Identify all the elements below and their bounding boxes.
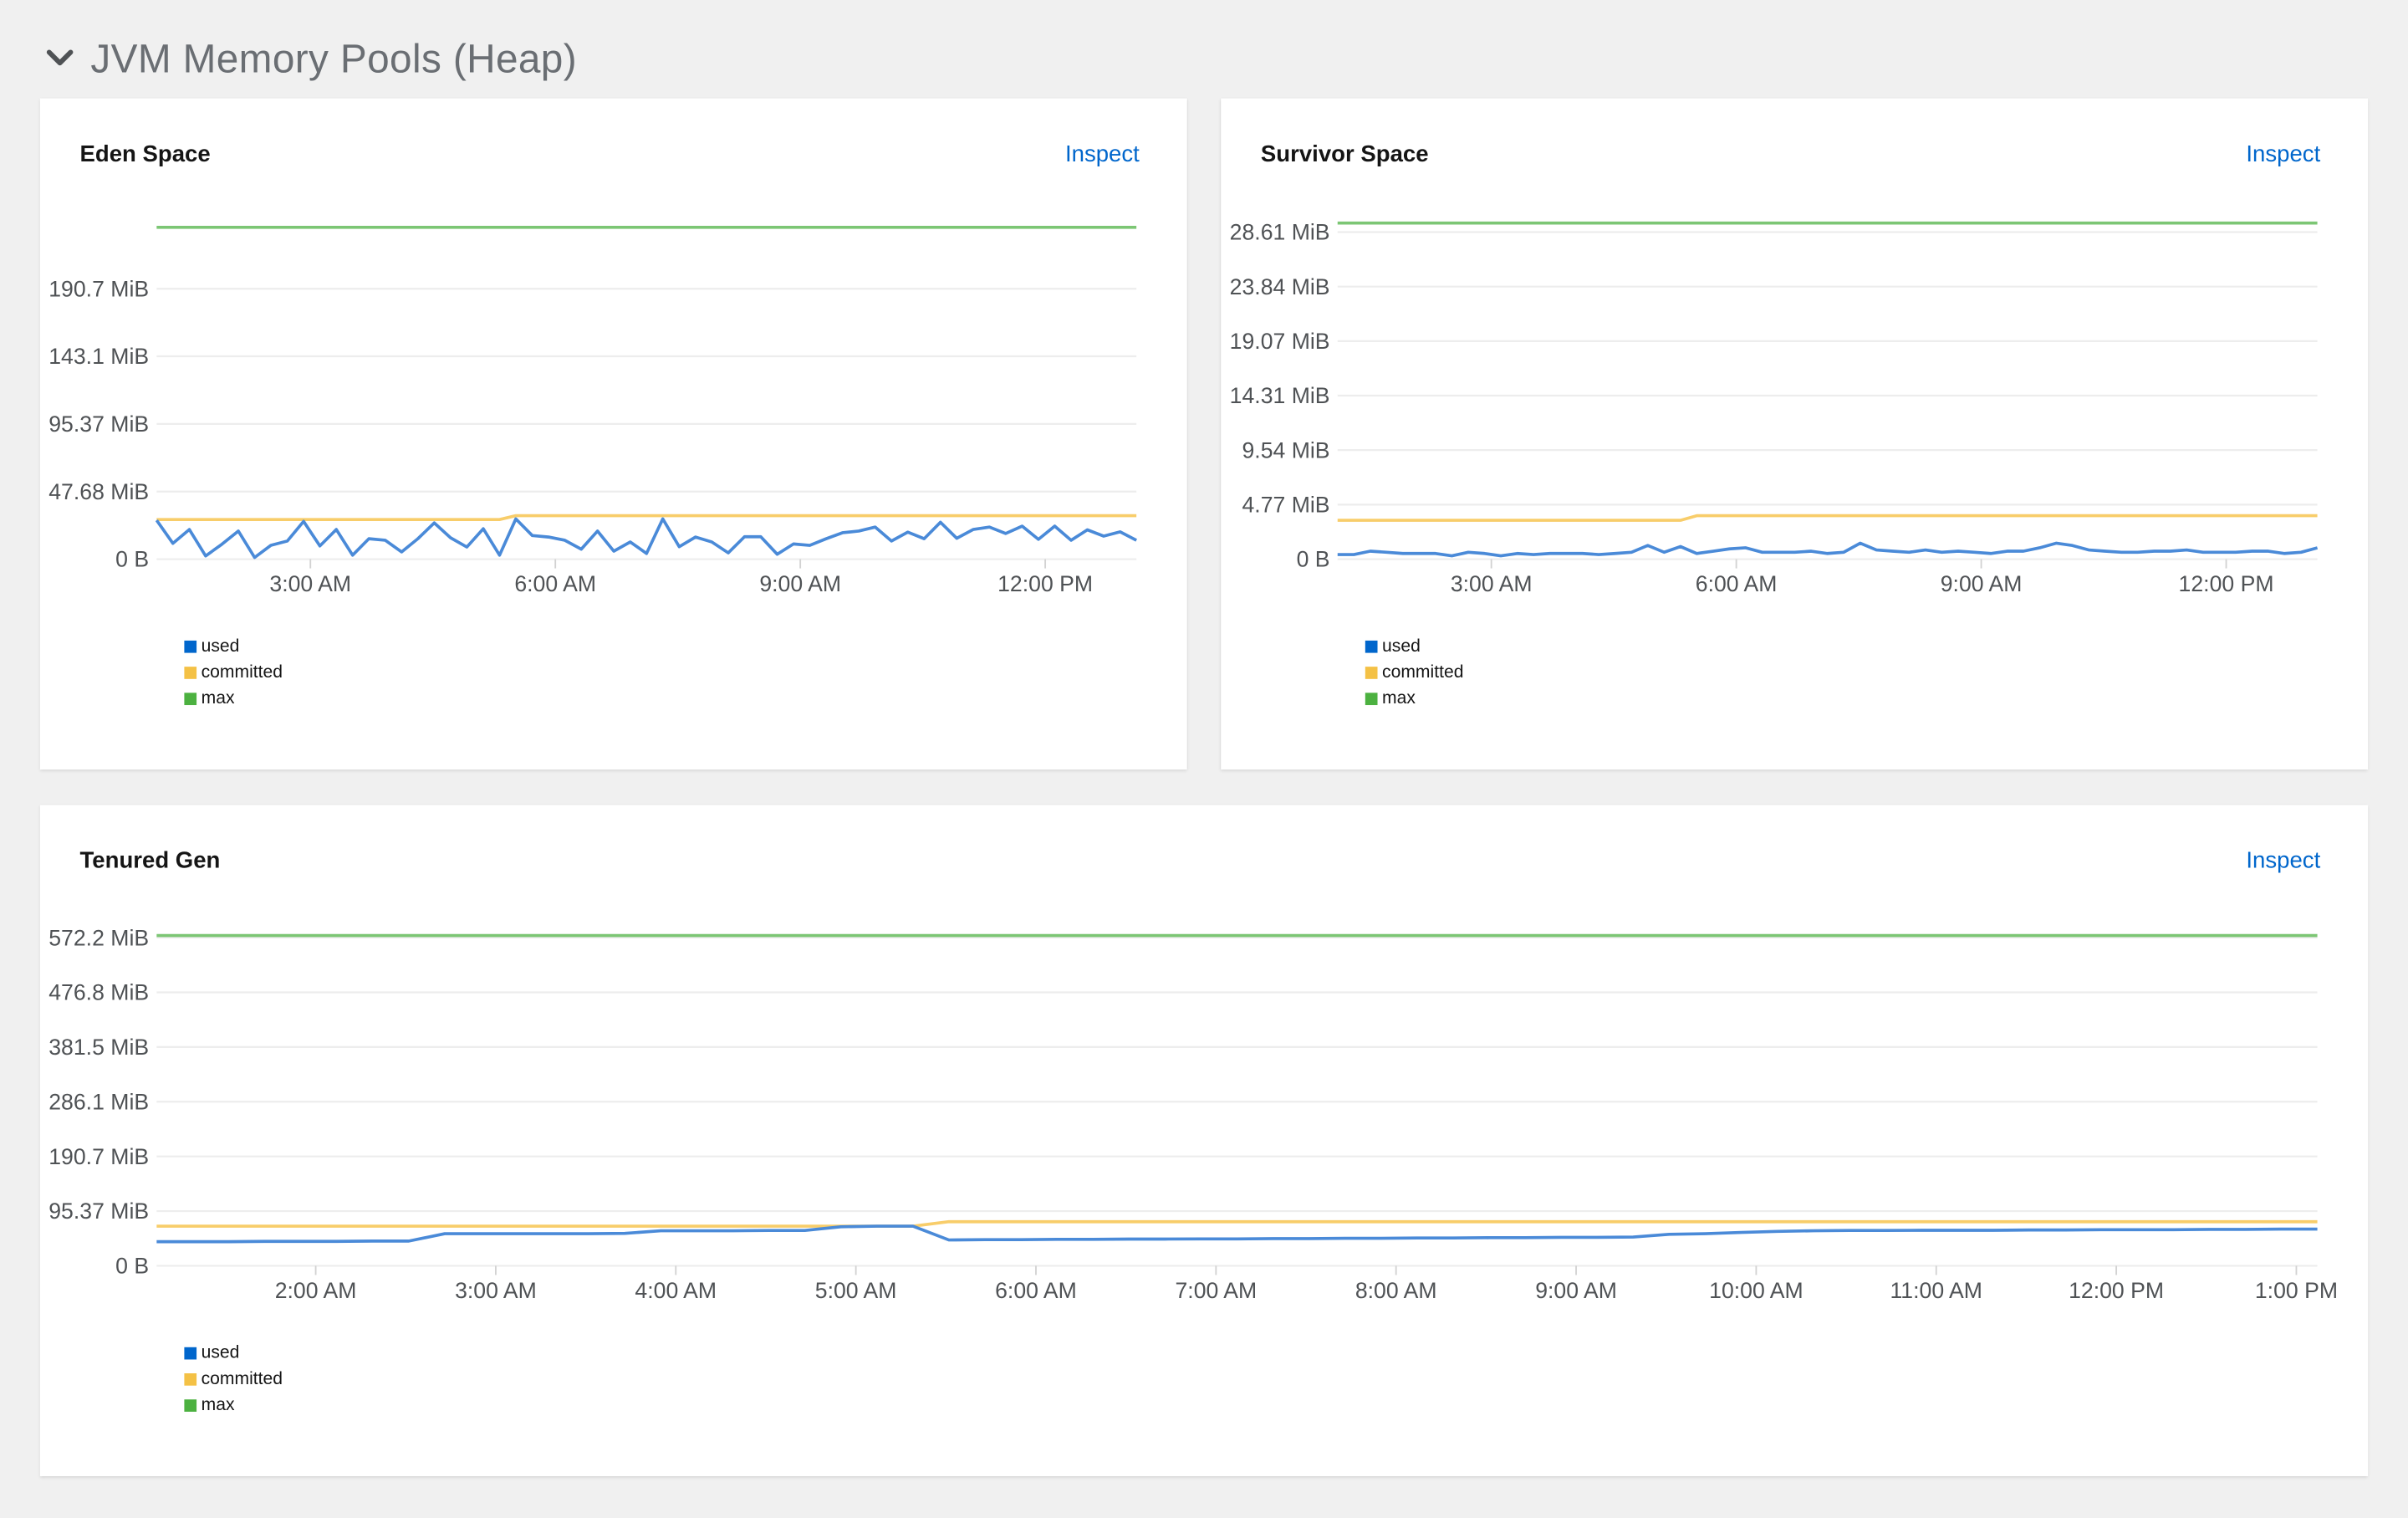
y-tick-label: 47.68 MiB (48, 479, 149, 504)
section-title: JVM Memory Pools (Heap) (90, 34, 578, 81)
legend-label: used (201, 1343, 240, 1362)
x-tick-label: 6:00 AM (1696, 571, 1778, 596)
legend-item-committed: committed (184, 1366, 283, 1392)
legend-item-committed: committed (1365, 659, 1464, 685)
x-tick-label: 9:00 AM (1941, 571, 2023, 596)
x-tick-label: 3:00 AM (1451, 571, 1533, 596)
series-committed-line (156, 514, 1137, 522)
x-tick-label: 9:00 AM (1535, 1278, 1617, 1303)
legend-swatch (184, 692, 197, 705)
y-tick-label: 0 B (115, 1254, 149, 1279)
legend-item-committed: committed (184, 659, 283, 685)
legend-swatch (184, 666, 197, 678)
series-committed-line (1337, 514, 2318, 522)
legend-label: max (201, 688, 235, 708)
legend-swatch (184, 1346, 197, 1359)
survivor-space-card: Survivor Space Inspect 0 B 4.77 MiB 9.54 M… (1221, 98, 2369, 770)
x-tick-label: 3:00 AM (269, 571, 351, 596)
y-tick-label: 19.07 MiB (1230, 329, 1330, 354)
y-tick-label: 14.31 MiB (1230, 383, 1330, 408)
y-tick-label: 28.61 MiB (1230, 220, 1330, 245)
x-tick-label: 2:00 AM (275, 1278, 357, 1303)
x-tick-label: 5:00 AM (815, 1278, 897, 1303)
x-tick-label: 4:00 AM (635, 1278, 717, 1303)
legend-swatch (1365, 692, 1378, 705)
legend-label: committed (201, 1369, 283, 1388)
legend-label: committed (1382, 662, 1464, 682)
y-tick-label: 572.2 MiB (48, 925, 149, 950)
legend-label: used (1382, 636, 1421, 656)
tenured-gen-chart: 0 B 95.37 MiB 190.7 MiB 286.1 MiB 381.5 MiB 4… (48, 925, 2338, 1303)
x-tick-label: 12:00 PM (997, 571, 1093, 596)
legend-item-used: used (1365, 633, 1464, 659)
y-tick-label: 4.77 MiB (1242, 493, 1330, 518)
y-tick-label: 9.54 MiB (1242, 437, 1330, 463)
x-tick-label: 11:00 AM (1890, 1278, 1982, 1303)
legend-item-max: max (184, 1392, 283, 1418)
legend-label: max (1382, 688, 1416, 708)
eden-space-card: Eden Space Inspect 0 B 47.68 MiB 95.37 MiB… (39, 98, 1187, 770)
x-tick-label: 1:00 PM (2255, 1278, 2338, 1303)
y-tick-label: 0 B (115, 547, 149, 572)
y-tick-label: 0 B (1297, 547, 1330, 572)
y-tick-label: 143.1 MiB (48, 344, 149, 369)
x-tick-label: 10:00 AM (1709, 1278, 1803, 1303)
y-tick-label: 190.7 MiB (48, 276, 149, 301)
x-tick-label: 3:00 AM (455, 1278, 537, 1303)
series-used-line (156, 1224, 2318, 1244)
legend-swatch (1365, 666, 1378, 678)
legend-swatch (1365, 639, 1378, 652)
section-toggle[interactable]: JVM Memory Pools (Heap) (43, 31, 577, 86)
series-committed-line (156, 1219, 2318, 1228)
legend-item-max: max (1365, 685, 1464, 711)
y-tick-label: 95.37 MiB (48, 1199, 149, 1224)
x-tick-label: 8:00 AM (1355, 1278, 1437, 1303)
y-tick-label: 476.8 MiB (48, 980, 149, 1005)
series-used-line (155, 517, 1138, 560)
legend-item-max: max (184, 685, 283, 711)
y-tick-label: 190.7 MiB (48, 1144, 149, 1169)
x-tick-label: 12:00 PM (2179, 571, 2274, 596)
chart-legend: used committed max (184, 633, 283, 712)
legend-swatch (184, 639, 197, 652)
series-used-line (1337, 541, 2319, 558)
chart-legend: used committed max (1365, 633, 1464, 712)
legend-swatch (184, 1398, 197, 1412)
legend-label: committed (201, 662, 283, 682)
x-tick-label: 6:00 AM (995, 1278, 1077, 1303)
y-tick-label: 95.37 MiB (48, 411, 149, 437)
chevron-down-icon (46, 49, 74, 66)
legend-item-used: used (184, 633, 283, 659)
legend-swatch (184, 1372, 197, 1385)
x-tick-label: 9:00 AM (759, 571, 841, 596)
x-tick-label: 7:00 AM (1175, 1278, 1257, 1303)
y-tick-label: 381.5 MiB (48, 1035, 149, 1060)
x-tick-label: 6:00 AM (514, 571, 596, 596)
y-tick-label: 286.1 MiB (48, 1089, 149, 1114)
legend-label: used (201, 636, 240, 656)
tenured-gen-card: Tenured Gen Inspect 0 B 95.37 MiB 190.7 Mi… (39, 805, 2369, 1477)
jvm-memory-pools-page: JVM Memory Pools (Heap) Eden Space Inspe… (0, 0, 2408, 1518)
x-tick-label: 12:00 PM (2069, 1278, 2164, 1303)
legend-label: max (201, 1395, 235, 1414)
y-tick-label: 23.84 MiB (1230, 274, 1330, 299)
legend-item-used: used (184, 1340, 283, 1366)
chart-legend: used committed max (184, 1340, 283, 1418)
